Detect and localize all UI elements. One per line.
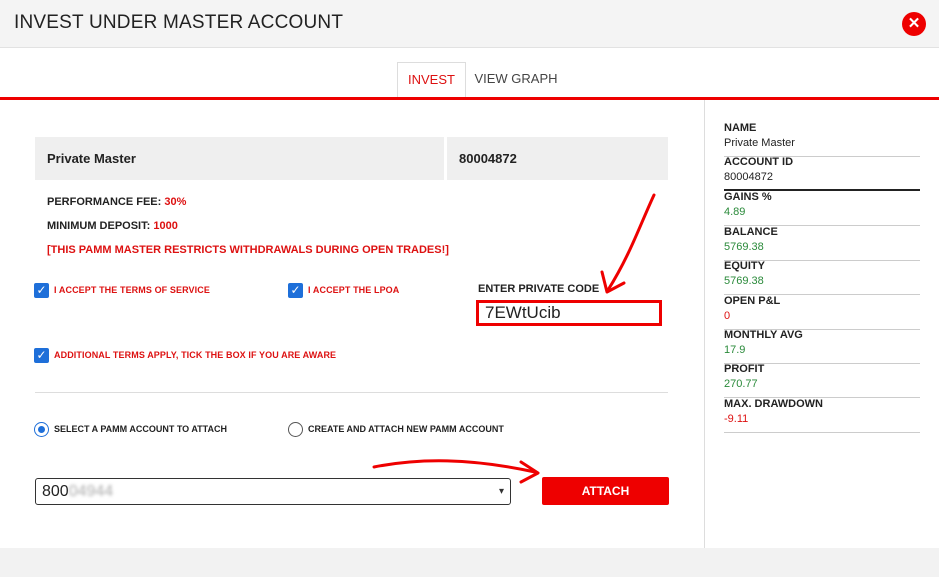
modal-header: INVEST UNDER MASTER ACCOUNT ✕ [0, 0, 939, 48]
sidebar-item-balance: BALANCE 5769.38 [724, 226, 920, 261]
pamm-account-select[interactable]: 80004944 ▾ [35, 478, 511, 505]
terms-checkbox-label: I ACCEPT THE TERMS OF SERVICE [54, 285, 210, 295]
sidebar-value: 0 [724, 310, 731, 322]
section-divider [35, 392, 668, 393]
sidebar-value: 5769.38 [724, 241, 764, 253]
sidebar-item-open-pnl: OPEN P&L 0 [724, 295, 920, 330]
create-pamm-radio[interactable] [288, 422, 303, 437]
sidebar-value: 5769.38 [724, 275, 764, 287]
lpoa-checkbox[interactable]: ✓ [288, 283, 303, 298]
sidebar-divider [704, 100, 705, 548]
select-pamm-radio-label: SELECT A PAMM ACCOUNT TO ATTACH [54, 424, 227, 434]
sidebar-item-monthly-avg: MONTHLY AVG 17.9 [724, 329, 920, 364]
sidebar-value: 270.77 [724, 378, 758, 390]
sidebar-value: 4.89 [724, 206, 746, 218]
create-pamm-radio-label: CREATE AND ATTACH NEW PAMM ACCOUNT [308, 424, 504, 434]
close-icon[interactable]: ✕ [902, 12, 926, 36]
sidebar-value: Private Master [724, 137, 795, 149]
master-name-cell: Private Master [35, 137, 444, 180]
minimum-deposit-label: MINIMUM DEPOSIT: [47, 220, 151, 232]
terms-checkbox[interactable]: ✓ [34, 283, 49, 298]
private-code-input[interactable] [476, 300, 662, 326]
sidebar-label: MAX. DRAWDOWN [724, 398, 823, 410]
sidebar-item-gains: GAINS % 4.89 [724, 191, 920, 226]
sidebar-label: OPEN P&L [724, 295, 781, 307]
modal-title: INVEST UNDER MASTER ACCOUNT [14, 12, 344, 33]
sidebar-label: NAME [724, 122, 757, 134]
sidebar-label: EQUITY [724, 260, 765, 272]
master-id-cell: 80004872 [447, 137, 668, 180]
sidebar-value: 80004872 [724, 171, 773, 183]
sidebar-label: BALANCE [724, 226, 778, 238]
additional-terms-checkbox[interactable]: ✓ [34, 348, 49, 363]
lpoa-checkbox-label: I ACCEPT THE LPOA [308, 285, 400, 295]
withdrawal-warning: [THIS PAMM MASTER RESTRICTS WITHDRAWALS … [47, 244, 449, 256]
sidebar-item-profit: PROFIT 270.77 [724, 363, 920, 398]
minimum-deposit-value: 1000 [153, 220, 178, 232]
sidebar-item-account-id: ACCOUNT ID 80004872 [724, 156, 920, 191]
performance-fee-label: PERFORMANCE FEE: [47, 196, 162, 208]
sidebar-label: GAINS % [724, 191, 772, 203]
tab-view-graph[interactable]: VIEW GRAPH [470, 62, 562, 97]
additional-terms-checkbox-label: ADDITIONAL TERMS APPLY, TICK THE BOX IF … [54, 350, 337, 360]
minimum-deposit: MINIMUM DEPOSIT: 1000 [47, 220, 178, 232]
tab-invest[interactable]: INVEST [397, 62, 466, 97]
sidebar-label: PROFIT [724, 363, 765, 375]
sidebar-item-name: NAME Private Master [724, 122, 920, 157]
tab-bar: INVEST VIEW GRAPH [0, 62, 939, 98]
sidebar-item-equity: EQUITY 5769.38 [724, 260, 920, 295]
sidebar-item-max-drawdown: MAX. DRAWDOWN -9.11 [724, 398, 920, 433]
private-code-label: ENTER PRIVATE CODE [478, 283, 600, 295]
sidebar-value: 17.9 [724, 344, 746, 356]
sidebar-value: -9.11 [724, 413, 749, 425]
performance-fee-value: 30% [164, 196, 187, 208]
chevron-down-icon: ▾ [498, 486, 504, 497]
select-value-obscured: 04944 [68, 483, 114, 500]
sidebar-label: ACCOUNT ID [724, 156, 794, 168]
performance-fee: PERFORMANCE FEE: 30% [47, 196, 186, 208]
attach-button[interactable]: ATTACH [542, 477, 669, 505]
tab-underline [0, 97, 939, 100]
select-pamm-radio[interactable] [34, 422, 49, 437]
sidebar-label: MONTHLY AVG [724, 329, 803, 341]
invest-modal: INVEST UNDER MASTER ACCOUNT ✕ INVEST VIE… [0, 0, 939, 548]
select-value-visible: 800 [42, 483, 69, 500]
